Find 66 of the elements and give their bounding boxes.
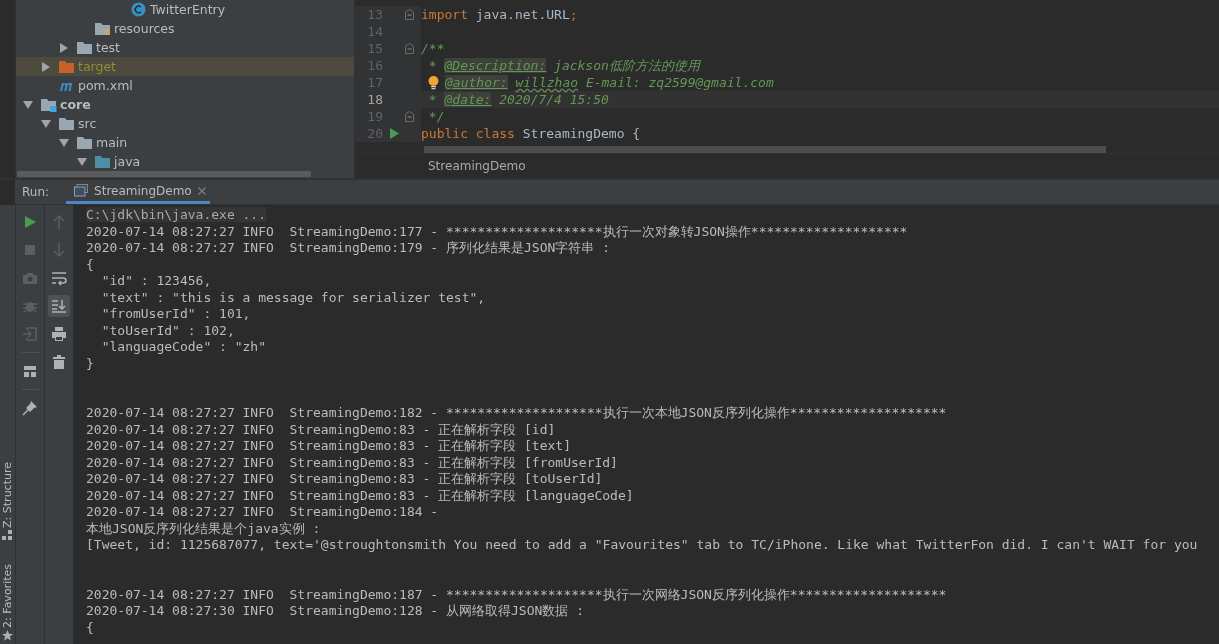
console-line: 2020-07-14 08:27:30 INFO StreamingDemo:128 - 从网络取得JSON数据 : <box>86 603 584 618</box>
run-icon[interactable] <box>389 128 399 139</box>
code-line: * @date: 2020/7/4 15:50 <box>427 92 609 107</box>
console-line: { <box>86 619 94 635</box>
structure-icon <box>2 530 13 542</box>
console-line: 2020-07-14 08:27:27 INFO StreamingDemo:83 - 正在解析字段 [fromUserId] <box>86 454 618 470</box>
console-line: 2020-07-14 08:27:27 INFO StreamingDemo:83 - 正在解析字段 [text] <box>86 438 571 453</box>
console-line: 2020-07-14 08:27:27 INFO StreamingDemo:179 - 序列化结果是JSON字符串 : <box>86 240 610 255</box>
fold-marker-icon[interactable] <box>405 9 414 20</box>
line-number: 18 <box>366 92 383 107</box>
scroll-end-icon[interactable] <box>48 295 70 317</box>
fold-marker-icon[interactable] <box>405 43 414 54</box>
console-line: 2020-07-14 08:27:27 INFO StreamingDemo:187 - ********************执行一次网络JSON反序列化操作******************** <box>86 586 947 602</box>
breadcrumb[interactable]: StreamingDemo <box>428 159 526 173</box>
console-line: "toUserId" : 102, <box>100 322 235 338</box>
console-line: "text" : "this is a message for serializer test", <box>100 289 486 305</box>
collapse-arrow-icon[interactable] <box>41 118 51 129</box>
console-line: "fromUserId" : 101, <box>100 306 251 321</box>
console-line: "id" : 123456, <box>100 273 212 288</box>
expand-arrow-icon[interactable] <box>59 42 69 53</box>
folder-icon <box>59 59 75 74</box>
collapse-arrow-icon[interactable] <box>77 156 87 167</box>
code-line: /** <box>421 41 445 56</box>
collapse-arrow-icon[interactable] <box>59 137 69 148</box>
tree-item[interactable]: pom.xml <box>78 78 133 93</box>
scrollbar[interactable] <box>17 171 311 177</box>
console-line: "languageCode" : "zh" <box>100 339 266 354</box>
folder-icon <box>41 97 57 112</box>
console-line: } <box>86 355 94 371</box>
console-line: 2020-07-14 08:27:27 INFO StreamingDemo:83 - 正在解析字段 [languageCode] <box>86 487 634 503</box>
console-line: 2020-07-14 08:27:27 INFO StreamingDemo:177 - ********************执行一次对象转JSON操作******************** <box>86 223 908 239</box>
tree-item[interactable]: src <box>78 116 97 131</box>
folder-icon <box>77 135 93 150</box>
star-icon <box>2 630 13 641</box>
collapse-arrow-icon[interactable] <box>23 99 33 110</box>
console-line: 2020-07-14 08:27:27 INFO StreamingDemo:184 - <box>86 504 439 519</box>
lightbulb-icon[interactable] <box>427 75 439 90</box>
tree-item[interactable]: TwitterEntry <box>150 2 226 17</box>
tree-item[interactable]: resources <box>114 21 175 36</box>
code-line: public class StreamingDemo { <box>421 126 641 141</box>
side-tool-tab[interactable]: 2: Favorites <box>1 564 14 628</box>
console-line: { <box>86 256 94 272</box>
code-line: import java.net.URL; <box>421 7 578 22</box>
run-label: Run: <box>22 185 50 199</box>
expand-arrow-icon[interactable] <box>41 61 51 72</box>
console-icon <box>74 184 89 197</box>
code-line: * @Description: jackson低阶方法的使用 <box>427 56 700 75</box>
folder-icon <box>95 154 111 169</box>
tree-item[interactable]: test <box>96 40 120 55</box>
fold-marker-icon[interactable] <box>405 111 414 122</box>
console-line: 2020-07-14 08:27:27 INFO StreamingDemo:83 - 正在解析字段 [id] <box>86 421 556 437</box>
console-line: 2020-07-14 08:27:27 INFO StreamingDemo:182 - ********************执行一次本地JSON反序列化操作******************** <box>86 405 947 420</box>
tree-item[interactable]: core <box>60 97 91 112</box>
folder-icon <box>77 40 93 55</box>
side-tool-tab[interactable]: Z: Structure <box>1 462 14 529</box>
tree-item[interactable]: main <box>96 135 128 150</box>
code-line: @author: willzhao E-mail: zq2599@gmail.com <box>445 75 774 90</box>
folder-icon <box>59 116 75 131</box>
console-line: 2020-07-14 08:27:27 INFO StreamingDemo:83 - 正在解析字段 [toUserId] <box>86 471 603 486</box>
code-line: */ <box>427 109 445 124</box>
close-icon[interactable] <box>197 186 206 195</box>
console-line: [Tweet, id: 1125687077, text='@stroughtonsmith You need to add a "Favourites" tab to TC/iPhone. Like what TwitterFon did. I can't WAIT for you <box>86 537 1198 552</box>
scrollbar[interactable] <box>424 146 1106 153</box>
folder-icon <box>95 21 111 36</box>
tree-item[interactable]: java <box>114 154 141 169</box>
console-line: 本地JSON反序列化结果是个java实例 : <box>86 520 321 536</box>
